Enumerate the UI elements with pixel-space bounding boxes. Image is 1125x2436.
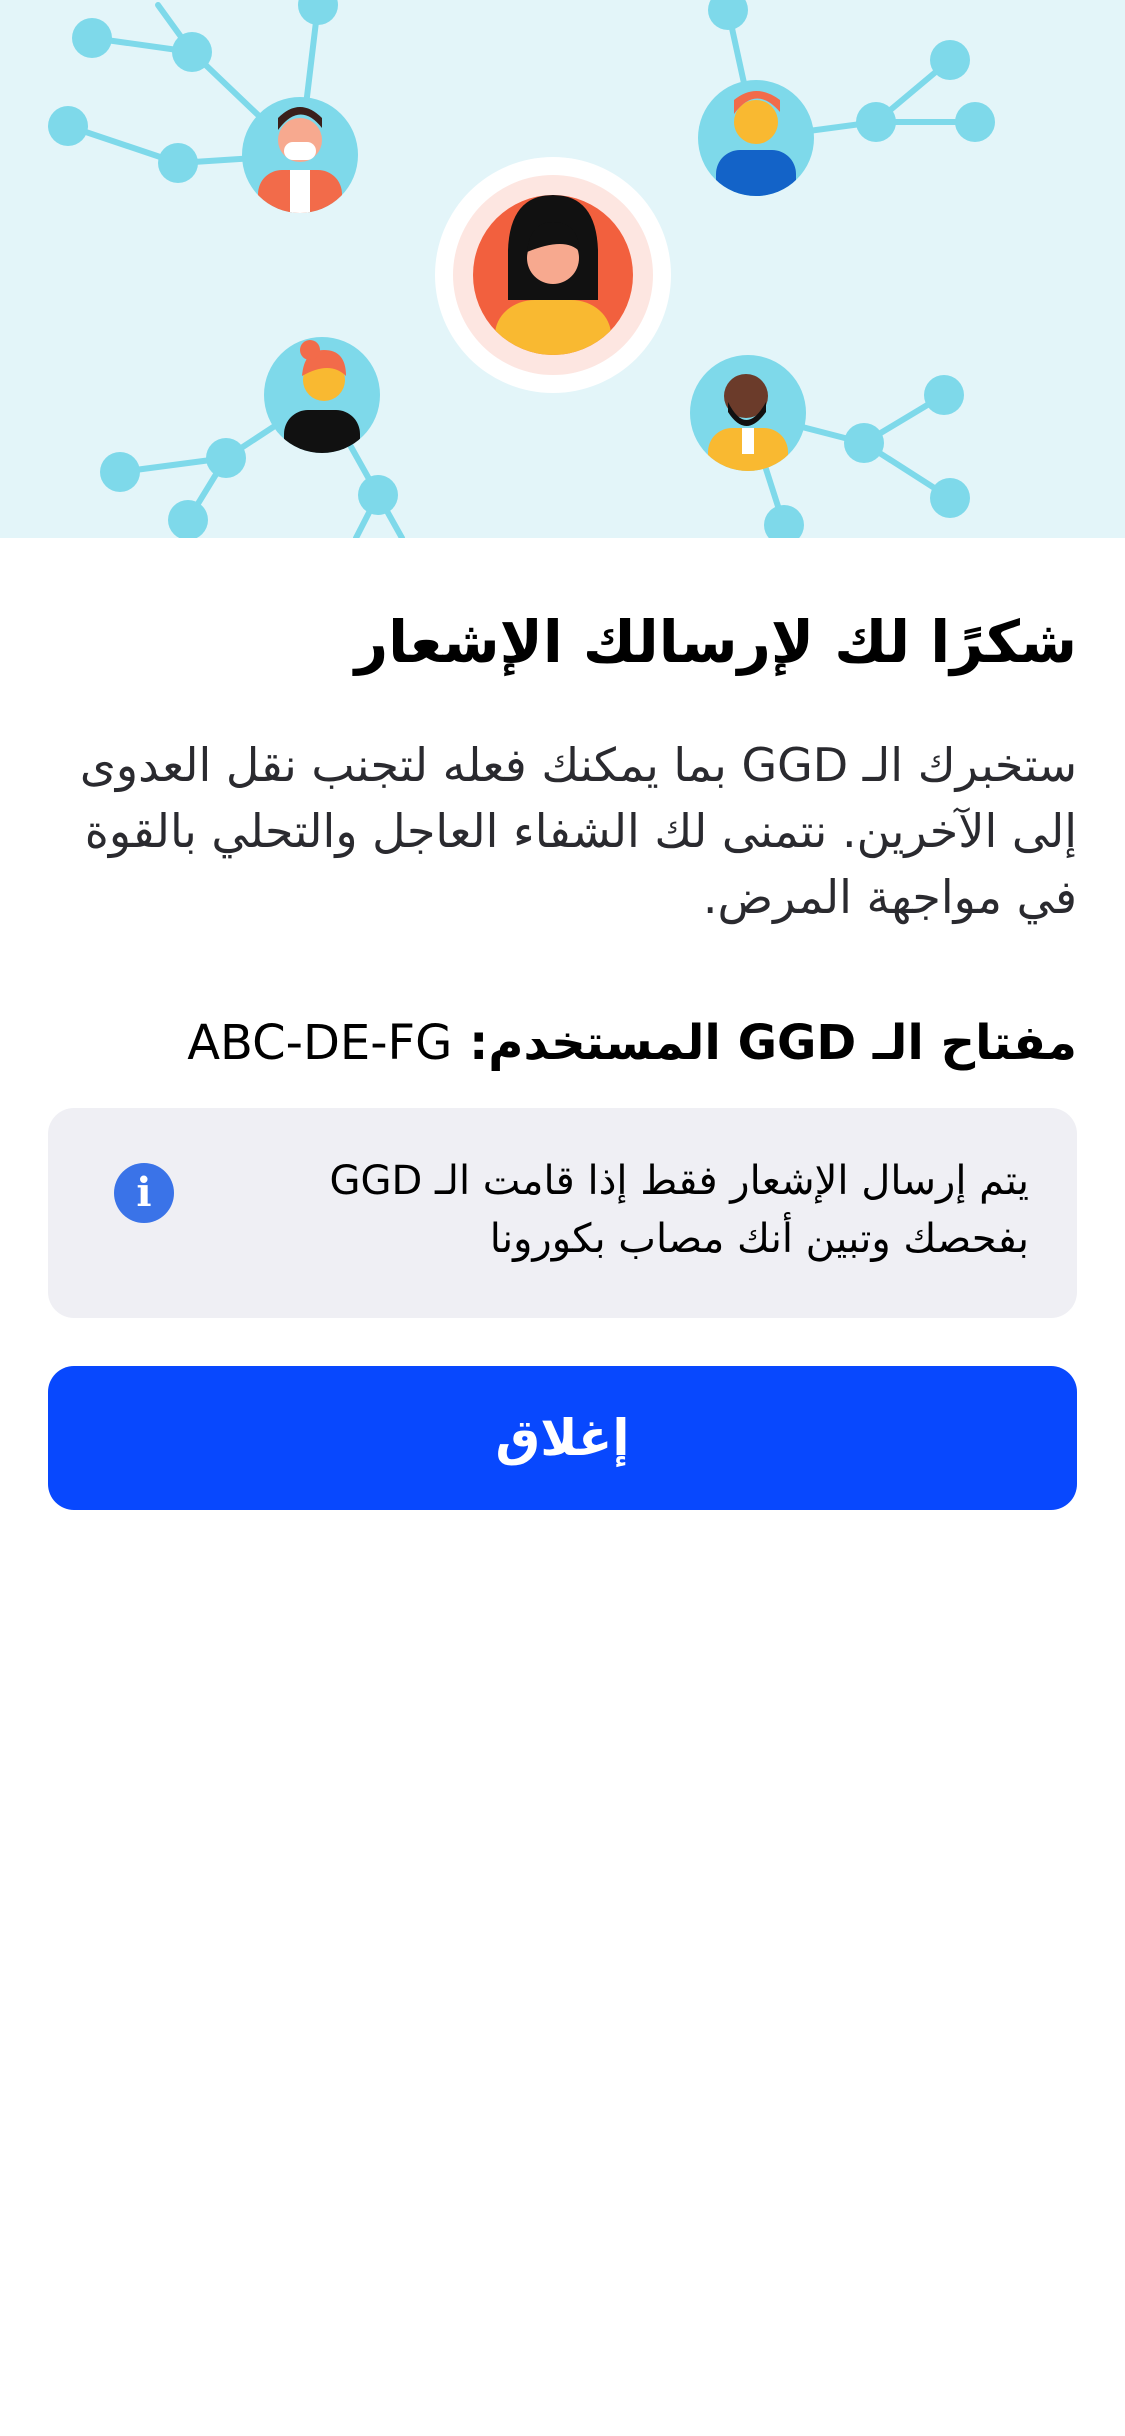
description-text: ستخبرك الـ GGD بما يمكنك فعله لتجنب نقل …: [79, 738, 1077, 924]
close-button[interactable]: إغلاق: [48, 1366, 1077, 1510]
info-text: يتم إرسال الإشعار فقط إذا قامت الـ GGD ب…: [329, 1158, 1029, 1262]
info-icon: i: [114, 1163, 174, 1223]
main-content: شكرًا لك لإرسالك الإشعار ستخبرك الـ GGD …: [48, 538, 1077, 1510]
thanks-screen: شكرًا لك لإرسالك الإشعار ستخبرك الـ GGD …: [0, 0, 1125, 2436]
hero-illustration: [0, 0, 1125, 538]
ggd-key-label: مفتاح الـ GGD المستخدم:: [452, 1015, 1077, 1071]
ggd-key-row: مفتاح الـ GGD المستخدم: ABC-DE-FG: [48, 1008, 1077, 1078]
info-card: يتم إرسال الإشعار فقط إذا قامت الـ GGD ب…: [48, 1108, 1077, 1318]
page-title: شكرًا لك لإرسالك الإشعار: [354, 608, 1077, 676]
ggd-key-value: ABC-DE-FG: [187, 1015, 453, 1071]
